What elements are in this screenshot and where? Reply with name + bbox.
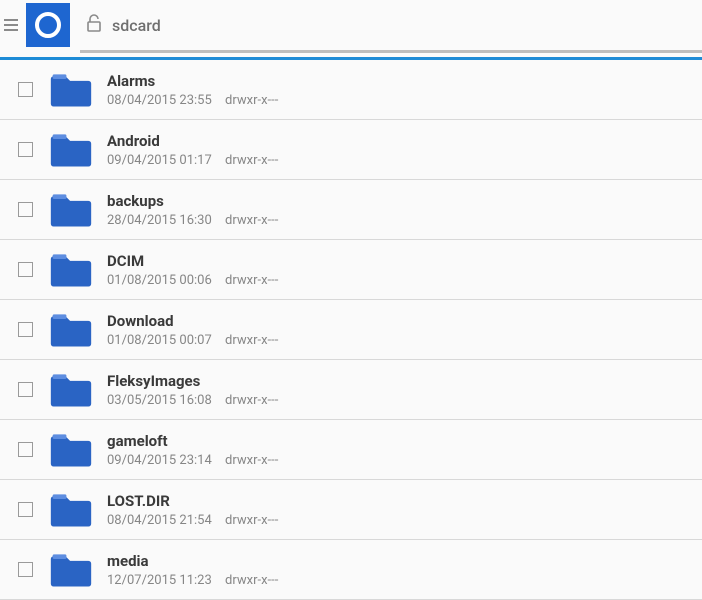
- row-meta: Download 01/08/2015 00:07 drwxr-x---: [107, 312, 702, 348]
- folder-icon: [49, 130, 93, 170]
- list-item[interactable]: gameloft 09/04/2015 23:14 drwxr-x---: [0, 420, 702, 480]
- file-sub: 12/07/2015 11:23 drwxr-x---: [107, 573, 702, 588]
- file-date: 12/07/2015 11:23: [107, 573, 212, 588]
- file-list: Alarms 08/04/2015 23:55 drwxr-x--- Andro…: [0, 60, 702, 600]
- folder-icon: [49, 370, 93, 410]
- unlock-icon[interactable]: [86, 14, 102, 36]
- file-name: backups: [107, 192, 702, 210]
- header-underline: [80, 50, 702, 53]
- row-meta: FleksyImages 03/05/2015 16:08 drwxr-x---: [107, 372, 702, 408]
- row-meta: DCIM 01/08/2015 00:06 drwxr-x---: [107, 252, 702, 288]
- file-sub: 03/05/2015 16:08 drwxr-x---: [107, 393, 702, 408]
- file-date: 09/04/2015 23:14: [107, 453, 212, 468]
- list-item[interactable]: LOST.DIR 08/04/2015 21:54 drwxr-x---: [0, 480, 702, 540]
- row-meta: backups 28/04/2015 16:30 drwxr-x---: [107, 192, 702, 228]
- file-name: LOST.DIR: [107, 492, 702, 510]
- folder-icon: [49, 430, 93, 470]
- list-item[interactable]: DCIM 01/08/2015 00:06 drwxr-x---: [0, 240, 702, 300]
- folder-icon: [49, 190, 93, 230]
- row-checkbox[interactable]: [18, 322, 33, 337]
- file-date: 08/04/2015 23:55: [107, 93, 212, 108]
- file-name: Alarms: [107, 72, 702, 90]
- row-meta: Alarms 08/04/2015 23:55 drwxr-x---: [107, 72, 702, 108]
- file-sub: 28/04/2015 16:30 drwxr-x---: [107, 213, 702, 228]
- file-name: Android: [107, 132, 702, 150]
- row-checkbox[interactable]: [18, 502, 33, 517]
- file-date: 09/04/2015 01:17: [107, 153, 212, 168]
- list-item[interactable]: media 12/07/2015 11:23 drwxr-x---: [0, 540, 702, 600]
- row-checkbox[interactable]: [18, 262, 33, 277]
- row-meta: LOST.DIR 08/04/2015 21:54 drwxr-x---: [107, 492, 702, 528]
- file-date: 01/08/2015 00:07: [107, 333, 212, 348]
- row-checkbox[interactable]: [18, 202, 33, 217]
- file-date: 01/08/2015 00:06: [107, 273, 212, 288]
- row-checkbox[interactable]: [18, 82, 33, 97]
- list-item[interactable]: FleksyImages 03/05/2015 16:08 drwxr-x---: [0, 360, 702, 420]
- file-permissions: drwxr-x---: [225, 93, 278, 108]
- folder-icon: [49, 310, 93, 350]
- menu-icon[interactable]: [4, 19, 22, 31]
- logo-circle-icon: [35, 12, 61, 38]
- file-name: media: [107, 552, 702, 570]
- file-sub: 09/04/2015 23:14 drwxr-x---: [107, 453, 702, 468]
- file-permissions: drwxr-x---: [225, 513, 278, 528]
- file-permissions: drwxr-x---: [225, 213, 278, 228]
- file-sub: 08/04/2015 23:55 drwxr-x---: [107, 93, 702, 108]
- file-date: 28/04/2015 16:30: [107, 213, 212, 228]
- file-date: 08/04/2015 21:54: [107, 513, 212, 528]
- file-name: gameloft: [107, 432, 702, 450]
- list-item[interactable]: Download 01/08/2015 00:07 drwxr-x---: [0, 300, 702, 360]
- file-permissions: drwxr-x---: [225, 453, 278, 468]
- folder-icon: [49, 550, 93, 590]
- list-item[interactable]: backups 28/04/2015 16:30 drwxr-x---: [0, 180, 702, 240]
- row-meta: media 12/07/2015 11:23 drwxr-x---: [107, 552, 702, 588]
- file-sub: 08/04/2015 21:54 drwxr-x---: [107, 513, 702, 528]
- file-name: FleksyImages: [107, 372, 702, 390]
- row-checkbox[interactable]: [18, 382, 33, 397]
- file-permissions: drwxr-x---: [225, 273, 278, 288]
- row-meta: Android 09/04/2015 01:17 drwxr-x---: [107, 132, 702, 168]
- file-permissions: drwxr-x---: [225, 393, 278, 408]
- row-checkbox[interactable]: [18, 442, 33, 457]
- row-meta: gameloft 09/04/2015 23:14 drwxr-x---: [107, 432, 702, 468]
- folder-icon: [49, 490, 93, 530]
- file-sub: 09/04/2015 01:17 drwxr-x---: [107, 153, 702, 168]
- file-name: Download: [107, 312, 702, 330]
- row-checkbox[interactable]: [18, 562, 33, 577]
- file-name: DCIM: [107, 252, 702, 270]
- file-sub: 01/08/2015 00:06 drwxr-x---: [107, 273, 702, 288]
- folder-icon: [49, 70, 93, 110]
- header-bar: sdcard: [0, 0, 702, 50]
- list-item[interactable]: Alarms 08/04/2015 23:55 drwxr-x---: [0, 60, 702, 120]
- breadcrumb-path[interactable]: sdcard: [112, 16, 161, 35]
- app-logo[interactable]: [26, 3, 70, 47]
- file-date: 03/05/2015 16:08: [107, 393, 212, 408]
- file-permissions: drwxr-x---: [225, 333, 278, 348]
- list-item[interactable]: Android 09/04/2015 01:17 drwxr-x---: [0, 120, 702, 180]
- row-checkbox[interactable]: [18, 142, 33, 157]
- file-sub: 01/08/2015 00:07 drwxr-x---: [107, 333, 702, 348]
- file-permissions: drwxr-x---: [225, 573, 278, 588]
- file-permissions: drwxr-x---: [225, 153, 278, 168]
- folder-icon: [49, 250, 93, 290]
